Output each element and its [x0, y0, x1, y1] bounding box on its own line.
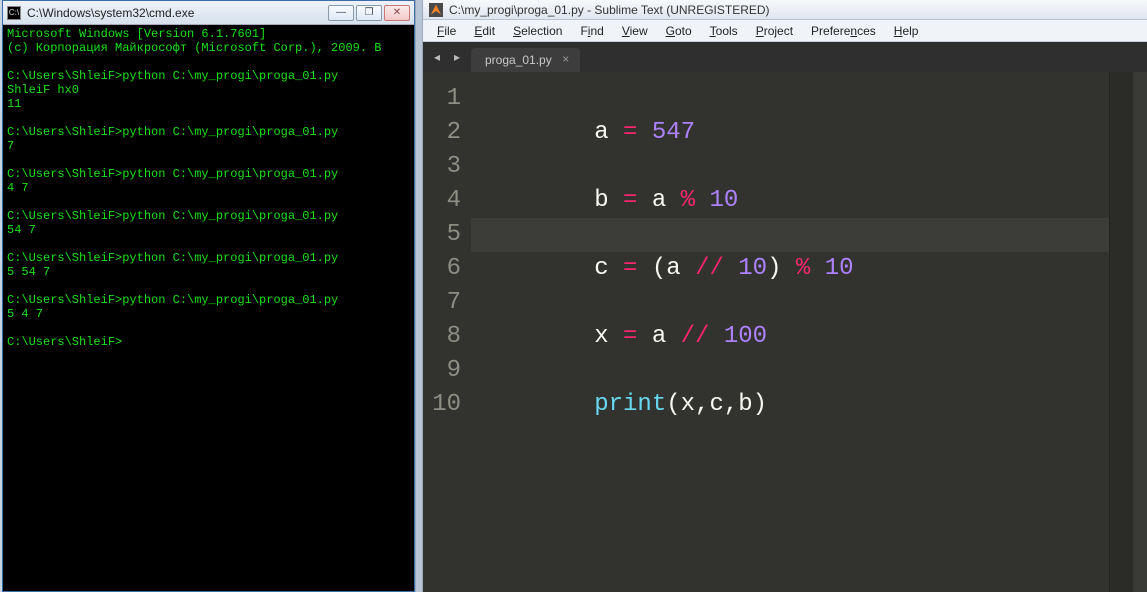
sublime-title: C:\my_progi\proga_01.py - Sublime Text (…	[449, 3, 770, 17]
sublime-app-icon	[429, 3, 443, 17]
line-number: 8	[423, 320, 461, 354]
line-number: 3	[423, 150, 461, 184]
line-number: 10	[423, 388, 461, 422]
sublime-menubar: FileEditSelectionFindViewGotoToolsProjec…	[423, 20, 1147, 42]
minimap[interactable]	[1109, 72, 1133, 592]
editor-area: 12345678910 a = 547 b = a % 10 c = (a //…	[423, 72, 1147, 592]
terminal-line: C:\Users\ShleiF>python C:\my_progi\proga…	[7, 293, 410, 307]
menu-selection[interactable]: Selection	[505, 22, 570, 40]
terminal-line: C:\Users\ShleiF>python C:\my_progi\proga…	[7, 251, 410, 265]
cmd-terminal-output[interactable]: Microsoft Windows [Version 6.1.7601](c) …	[3, 25, 414, 591]
code-line-9: print(x,c,b)	[479, 354, 1109, 388]
tab-bar: proga_01.py ×	[471, 42, 1147, 72]
menu-edit[interactable]: Edit	[466, 22, 503, 40]
line-number: 9	[423, 354, 461, 388]
terminal-line: 4 7	[7, 181, 410, 195]
tab-label: proga_01.py	[485, 53, 552, 67]
menu-find[interactable]: Find	[572, 22, 611, 40]
code-line-7: x = a // 100	[479, 286, 1109, 320]
terminal-line: (c) Корпорация Майкрософт (Microsoft Cor…	[7, 41, 410, 55]
terminal-line	[7, 237, 410, 251]
terminal-line: 5 54 7	[7, 265, 410, 279]
terminal-line	[7, 55, 410, 69]
tab-prev-icon[interactable]: ◂	[429, 49, 445, 65]
minimize-button[interactable]: —	[328, 5, 354, 21]
terminal-line	[7, 111, 410, 125]
terminal-line: C:\Users\ShleiF>python C:\my_progi\proga…	[7, 125, 410, 139]
terminal-line	[7, 153, 410, 167]
sublime-titlebar[interactable]: C:\my_progi\proga_01.py - Sublime Text (…	[423, 0, 1147, 20]
line-number: 2	[423, 116, 461, 150]
menu-goto[interactable]: Goto	[658, 22, 700, 40]
terminal-line: C:\Users\ShleiF>	[7, 335, 410, 349]
tab-proga01[interactable]: proga_01.py ×	[471, 48, 580, 72]
terminal-line: 54 7	[7, 223, 410, 237]
code-line-1: a = 547	[479, 82, 1109, 116]
line-number: 4	[423, 184, 461, 218]
line-number: 5	[423, 218, 461, 252]
menu-view[interactable]: View	[614, 22, 656, 40]
terminal-line: Microsoft Windows [Version 6.1.7601]	[7, 27, 410, 41]
menu-help[interactable]: Help	[886, 22, 927, 40]
menu-tools[interactable]: Tools	[702, 22, 746, 40]
maximize-button[interactable]: ❐	[356, 5, 382, 21]
terminal-line: ShleiF hx0	[7, 83, 410, 97]
window-splitter[interactable]	[415, 0, 423, 592]
sublime-window: C:\my_progi\proga_01.py - Sublime Text (…	[423, 0, 1147, 592]
close-button[interactable]: ✕	[384, 5, 410, 21]
terminal-line	[7, 279, 410, 293]
editor-scrollbar[interactable]	[1133, 72, 1147, 592]
tab-close-icon[interactable]: ×	[560, 53, 572, 65]
menu-project[interactable]: Project	[748, 22, 801, 40]
tab-next-icon[interactable]: ▸	[449, 49, 465, 65]
cmd-window: C:\ C:\Windows\system32\cmd.exe — ❐ ✕ Mi…	[2, 0, 415, 592]
terminal-line: C:\Users\ShleiF>python C:\my_progi\proga…	[7, 167, 410, 181]
menu-preferences[interactable]: Preferences	[803, 22, 884, 40]
sublime-tab-chrome: ◂ ▸ proga_01.py ×	[423, 42, 1147, 72]
cmd-app-icon: C:\	[7, 6, 21, 20]
code-line-3: b = a % 10	[479, 150, 1109, 184]
line-number: 7	[423, 286, 461, 320]
terminal-line	[7, 195, 410, 209]
cmd-titlebar[interactable]: C:\ C:\Windows\system32\cmd.exe — ❐ ✕	[3, 1, 414, 25]
terminal-line	[7, 321, 410, 335]
terminal-line: C:\Users\ShleiF>python C:\my_progi\proga…	[7, 69, 410, 83]
tab-nav-arrows: ◂ ▸	[423, 42, 471, 72]
line-number: 6	[423, 252, 461, 286]
terminal-line: 11	[7, 97, 410, 111]
menu-file[interactable]: File	[429, 22, 464, 40]
terminal-line: C:\Users\ShleiF>python C:\my_progi\proga…	[7, 209, 410, 223]
terminal-line: 7	[7, 139, 410, 153]
cmd-title: C:\Windows\system32\cmd.exe	[27, 6, 322, 20]
code-area[interactable]: a = 547 b = a % 10 c = (a // 10) % 10 x …	[471, 72, 1109, 592]
line-number: 1	[423, 82, 461, 116]
terminal-line: 5 4 7	[7, 307, 410, 321]
line-number-gutter: 12345678910	[423, 72, 471, 592]
code-line-5: c = (a // 10) % 10	[471, 218, 1109, 252]
